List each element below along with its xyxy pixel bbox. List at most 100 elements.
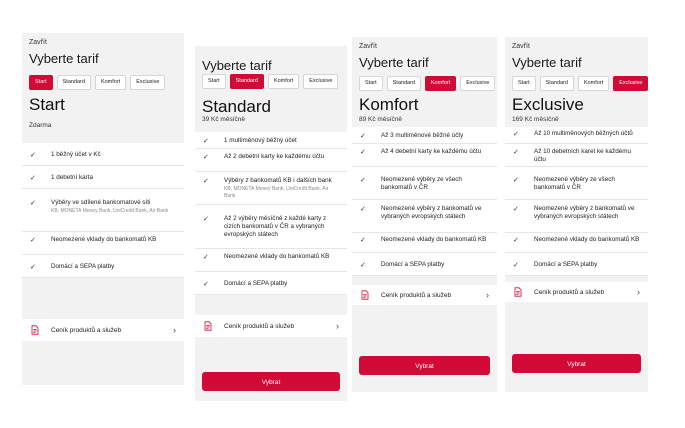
price-list-link[interactable]: Ceník produktů a služeb › xyxy=(22,319,184,341)
feature-text: Neomezené vklady do bankomatů KB xyxy=(51,236,157,243)
close-link[interactable]: Zavřít xyxy=(359,43,377,50)
feature-row: ✓ 1 multiměnový běžný účet xyxy=(195,132,347,149)
tariff-screen-standard: Vyberte tarif Start Standard Komfort Exclusi… xyxy=(195,46,347,401)
document-icon xyxy=(361,290,369,300)
feature-row: ✓ Neomezené výběry z bankomatů ve vybraný… xyxy=(505,200,648,233)
feature-row: ✓ 1 debetní karta xyxy=(22,166,184,189)
check-icon: ✓ xyxy=(360,206,366,213)
check-icon: ✓ xyxy=(513,149,519,156)
tariff-screen-exclusive: Zavřít Vyberte tarif Start Standard Komfort E… xyxy=(505,37,648,392)
feature-row: ✓ Domácí a SEPA platby xyxy=(352,253,497,276)
check-icon: ✓ xyxy=(360,149,366,156)
check-icon: ✓ xyxy=(360,133,366,140)
price-list-link[interactable]: Ceník produktů a služeb › xyxy=(352,285,497,305)
feature-text: Domácí a SEPA platby xyxy=(534,261,598,268)
feature-list: ✓ Až 3 multiměnové běžné účty ✓ Až 4 debetn… xyxy=(352,127,497,276)
feature-row: ✓ 1 běžný účet v Kč xyxy=(22,143,184,166)
price-list-label: Ceník produktů a služeb xyxy=(224,322,295,330)
page-title: Vyberte tarif xyxy=(29,51,99,66)
feature-row: ✓ Domácí a SEPA platby xyxy=(195,272,347,295)
feature-row: ✓ Domácí a SEPA platby xyxy=(22,255,184,278)
tab-komfort[interactable]: Komfort xyxy=(267,74,300,89)
tab-komfort[interactable]: Komfort xyxy=(424,76,457,91)
feature-text: Neomezené vklady do bankomatů KB xyxy=(534,236,640,243)
plan-name: Komfort xyxy=(359,95,419,114)
tab-exclusive[interactable]: Exclusive xyxy=(460,76,496,91)
check-icon: ✓ xyxy=(203,254,209,261)
plan-price: 89 Kč měsíčně xyxy=(359,116,402,123)
feature-text: Výběry ve sdílené bankomatové síti xyxy=(51,199,151,206)
price-list-link[interactable]: Ceník produktů a služeb › xyxy=(505,282,648,302)
feature-row: ✓ Neomezené výběry ze všech bankomatů v Č… xyxy=(352,167,497,200)
feature-text: Výběry z bankomatů KB i dalších bank xyxy=(224,177,332,184)
tariff-tabs: Start Standard Komfort Exclusive xyxy=(29,75,166,90)
feature-text: Až 10 debetních karet ke každému účtu xyxy=(534,148,631,163)
select-button[interactable]: Vybrat xyxy=(202,372,340,391)
check-icon: ✓ xyxy=(203,178,209,185)
tariff-screen-start: Zavřít Vyberte tarif Start Standard Komfort E… xyxy=(22,33,184,385)
select-button[interactable]: Vybrat xyxy=(512,354,641,373)
chevron-right-icon: › xyxy=(173,325,176,335)
chevron-right-icon: › xyxy=(486,290,489,300)
chevron-right-icon: › xyxy=(637,287,640,297)
tab-exclusive[interactable]: Exclusive xyxy=(303,74,339,89)
plan-name: Start xyxy=(29,95,65,114)
feature-row: ✓ Až 4 debetní karty ke každému účtu xyxy=(352,144,497,167)
tariff-tabs: Start Standard Komfort Exclusive xyxy=(359,76,496,91)
tab-start[interactable]: Start xyxy=(512,76,536,91)
select-button[interactable]: Vybrat xyxy=(359,356,490,375)
feature-subtext: KB, MONETA Money Bank, UniCredit Bank, A… xyxy=(224,186,329,199)
check-icon: ✓ xyxy=(203,138,209,145)
document-icon xyxy=(31,325,39,335)
tab-start[interactable]: Start xyxy=(359,76,383,91)
check-icon: ✓ xyxy=(513,206,519,213)
tab-komfort[interactable]: Komfort xyxy=(94,75,127,90)
feature-row: ✓ Neomezené výběry ze všech bankomatů v Č… xyxy=(505,167,648,200)
tab-komfort[interactable]: Komfort xyxy=(577,76,610,91)
plan-price: 169 Kč měsíčně xyxy=(512,116,559,123)
feature-text: Domácí a SEPA platby xyxy=(51,263,115,270)
price-list-link[interactable]: Ceník produktů a služeb › xyxy=(195,315,347,337)
check-icon: ✓ xyxy=(513,262,519,269)
feature-text: Až 4 debetní karty ke každému účtu xyxy=(381,148,482,155)
check-icon: ✓ xyxy=(203,154,209,161)
tab-standard[interactable]: Standard xyxy=(386,76,421,91)
close-link[interactable]: Zavřít xyxy=(512,43,530,50)
feature-row: ✓ Až 2 debetní karty ke každému účtu xyxy=(195,149,347,172)
check-icon: ✓ xyxy=(30,200,36,207)
plan-name: Standard xyxy=(202,97,271,116)
feature-row: ✓ Až 10 debetních karet ke každému účtu xyxy=(505,144,648,167)
check-icon: ✓ xyxy=(30,175,36,182)
plan-price: 39 Kč měsíčně xyxy=(202,116,245,123)
feature-text: Domácí a SEPA platby xyxy=(381,261,445,268)
tab-exclusive[interactable]: Exclusive xyxy=(613,76,648,91)
tab-start[interactable]: Start xyxy=(29,75,53,90)
page-title: Vyberte tarif xyxy=(202,58,272,73)
tariff-screen-komfort: Zavřít Vyberte tarif Start Standard Komfort E… xyxy=(352,37,497,392)
feature-row: ✓ Neomezené vklady do bankomatů KB xyxy=(195,249,347,272)
tab-start[interactable]: Start xyxy=(202,74,226,89)
page-title: Vyberte tarif xyxy=(359,55,429,70)
tab-standard[interactable]: Standard xyxy=(539,76,574,91)
check-icon: ✓ xyxy=(30,237,36,244)
check-icon: ✓ xyxy=(513,131,519,138)
feature-row: ✓ Domácí a SEPA platby xyxy=(505,253,648,276)
document-icon xyxy=(204,321,212,331)
feature-row: ✓ Neomezené vklady do bankomatů KB xyxy=(22,232,184,255)
feature-text: 1 běžný účet v Kč xyxy=(51,151,101,158)
tab-exclusive[interactable]: Exclusive xyxy=(130,75,166,90)
page-title: Vyberte tarif xyxy=(512,55,582,70)
check-icon: ✓ xyxy=(203,216,209,223)
feature-text: Neomezené výběry ze všech bankomatů v ČR xyxy=(534,176,615,191)
feature-list: ✓ 1 běžný účet v Kč ✓ 1 debetní karta ✓ Výběr… xyxy=(22,143,184,278)
close-link[interactable]: Zavřít xyxy=(29,39,47,46)
feature-text: 1 debetní karta xyxy=(51,174,94,181)
check-icon: ✓ xyxy=(30,264,36,271)
check-icon: ✓ xyxy=(360,237,366,244)
feature-row: ✓ Výběry ve sdílené bankomatové síti KB, M… xyxy=(22,189,184,232)
tab-standard[interactable]: Standard xyxy=(229,74,264,89)
price-list-label: Ceník produktů a služeb xyxy=(534,288,605,296)
feature-text: Až 10 multiměnových běžných účtů xyxy=(534,130,633,137)
tab-standard[interactable]: Standard xyxy=(56,75,91,90)
feature-text: Neomezené výběry z bankomatů ve vybranýc… xyxy=(534,205,635,220)
